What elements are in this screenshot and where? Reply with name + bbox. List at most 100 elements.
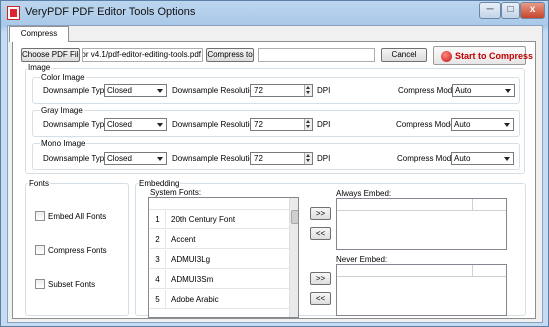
spin-down-icon[interactable] [304, 90, 312, 96]
font-row-number: 4 [150, 270, 166, 289]
color-downsample-type-select[interactable]: Closed [104, 84, 167, 97]
mono-downsample-resolution-label: Downsample Resolution [172, 154, 259, 163]
system-fonts-label: System Fonts: [150, 188, 202, 197]
color-resolution-spinner[interactable]: 72 [250, 84, 313, 97]
list-item[interactable]: 1 20th Century Font [150, 210, 289, 229]
mono-downsample-type-value: Closed [107, 154, 132, 163]
font-name: Accent [171, 235, 196, 244]
font-name: Adobe Arabic [171, 295, 219, 304]
system-fonts-header [149, 198, 289, 210]
color-downsample-type-value: Closed [107, 86, 132, 95]
always-embed-header-col [473, 199, 506, 211]
dropdown-arrow-icon [504, 123, 510, 127]
gray-compress-mode-select[interactable]: Auto [451, 118, 514, 131]
title-bar[interactable]: VeryPDF PDF Editor Tools Options ─ □ x [1, 1, 549, 25]
font-name: ADMUI3Sm [171, 275, 214, 284]
mono-compress-mode-select[interactable]: Auto [451, 152, 514, 165]
start-to-compress-button[interactable]: Start to Compress [433, 46, 533, 65]
compress-fonts-label: Compress Fonts [48, 246, 107, 255]
list-item[interactable]: 5 Adobe Arabic [150, 290, 289, 309]
embed-all-fonts-checkbox[interactable] [35, 211, 45, 221]
always-embed-list[interactable] [336, 198, 507, 250]
color-compress-mode-select[interactable]: Auto [452, 84, 515, 97]
mono-compress-mode-label: Compress Mode [397, 154, 456, 163]
image-group-label: Image [27, 63, 52, 72]
mono-downsample-type-label: Downsample Type [43, 154, 109, 163]
window-title: VeryPDF PDF Editor Tools Options [25, 6, 196, 18]
minimize-button[interactable]: ─ [479, 2, 501, 19]
cancel-button[interactable]: Cancel [381, 48, 427, 62]
color-resolution-value: 72 [254, 86, 263, 95]
mono-downsample-type-select[interactable]: Closed [104, 152, 167, 165]
embedding-group-label: Embedding [138, 179, 181, 188]
list-item[interactable]: 2 Accent [150, 230, 289, 249]
tab-compress[interactable]: Compress [9, 26, 69, 42]
remove-always-embed-button[interactable]: << [310, 227, 331, 240]
system-fonts-list[interactable]: 1 20th Century Font 2 Accent 3 ADMUI3Lg … [148, 197, 299, 318]
add-never-embed-button[interactable]: >> [310, 272, 331, 285]
color-image-label: Color Image [40, 73, 86, 82]
scroll-thumb[interactable] [291, 210, 298, 224]
spin-down-icon[interactable] [304, 158, 312, 164]
dropdown-arrow-icon [504, 157, 510, 161]
subset-fonts-checkbox[interactable] [35, 279, 45, 289]
compress-fonts-checkbox[interactable] [35, 245, 45, 255]
font-name: ADMUI3Lg [171, 255, 211, 264]
dropdown-arrow-icon [157, 123, 163, 127]
gray-resolution-value: 72 [254, 120, 263, 129]
add-always-embed-button[interactable]: >> [310, 207, 331, 220]
list-item[interactable]: 3 ADMUI3Lg [150, 250, 289, 269]
remove-never-embed-button[interactable]: << [310, 292, 331, 305]
options-window: VeryPDF PDF Editor Tools Options ─ □ x C… [0, 0, 549, 327]
output-path-field[interactable] [258, 48, 375, 62]
gray-image-label: Gray Image [40, 106, 84, 115]
gray-downsample-resolution-label: Downsample Resolution [172, 120, 259, 129]
never-embed-list[interactable] [336, 264, 507, 316]
input-file-path-field[interactable]: Editor v4.1/pdf-editor-editing-tools.pdf [82, 48, 203, 62]
pdf-app-icon [7, 6, 20, 20]
dropdown-arrow-icon [157, 89, 163, 93]
spin-down-icon[interactable] [304, 124, 312, 130]
compress-to-button[interactable]: Compress to [206, 48, 254, 62]
color-compress-mode-label: Compress Mode [398, 86, 457, 95]
gray-compress-mode-value: Auto [454, 120, 471, 129]
color-compress-mode-value: Auto [455, 86, 472, 95]
font-row-number: 3 [150, 250, 166, 269]
close-button[interactable]: x [520, 2, 545, 19]
gray-downsample-type-select[interactable]: Closed [104, 118, 167, 131]
gray-compress-mode-label: Compress Mode [396, 120, 455, 129]
color-downsample-type-label: Downsample Type [43, 86, 109, 95]
never-embed-header-col [473, 265, 506, 277]
always-embed-label: Always Embed: [336, 189, 392, 198]
mono-resolution-value: 72 [254, 154, 263, 163]
font-name: 20th Century Font [171, 215, 236, 224]
dropdown-arrow-icon [505, 89, 511, 93]
dropdown-arrow-icon [157, 157, 163, 161]
subset-fonts-label: Subset Fonts [48, 280, 96, 289]
font-row-number: 5 [150, 290, 166, 309]
mono-compress-mode-value: Auto [454, 154, 471, 163]
mono-resolution-spinner[interactable]: 72 [250, 152, 313, 165]
never-embed-header-col [337, 265, 473, 277]
list-item[interactable]: 4 ADMUI3Sm [150, 270, 289, 289]
mono-dpi-label: DPI [317, 154, 331, 163]
maximize-button[interactable]: □ [501, 2, 520, 19]
start-to-compress-label: Start to Compress [455, 51, 534, 61]
system-fonts-scrollbar[interactable] [289, 198, 298, 317]
font-row-number: 2 [150, 230, 166, 249]
compress-icon [441, 51, 452, 62]
fonts-group-label: Fonts [28, 179, 51, 188]
font-row-number: 1 [150, 210, 166, 229]
gray-downsample-type-label: Downsample Type [43, 120, 109, 129]
input-file-path-text: Editor v4.1/pdf-editor-editing-tools.pdf [82, 50, 201, 59]
gray-resolution-spinner[interactable]: 72 [250, 118, 313, 131]
never-embed-label: Never Embed: [336, 255, 388, 264]
choose-pdf-file-button[interactable]: Choose PDF File [21, 48, 80, 62]
gray-downsample-type-value: Closed [107, 120, 132, 129]
color-dpi-label: DPI [317, 86, 331, 95]
color-downsample-resolution-label: Downsample Resolution [172, 86, 259, 95]
always-embed-header-col [337, 199, 473, 211]
embed-all-fonts-label: Embed All Fonts [48, 212, 107, 221]
mono-image-label: Mono Image [40, 139, 87, 148]
gray-dpi-label: DPI [317, 120, 331, 129]
